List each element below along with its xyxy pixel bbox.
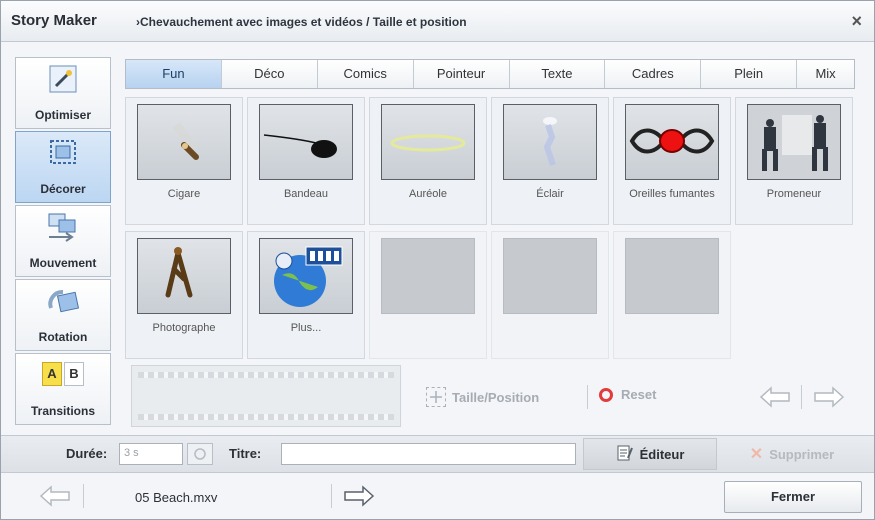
effect-tile-aureole[interactable]: Auréole [369, 97, 487, 225]
empty-tile [491, 231, 609, 359]
next-file-arrow-icon[interactable] [341, 484, 375, 513]
effect-tile-eclair[interactable]: Éclair [491, 97, 609, 225]
delete-label: Supprimer [769, 446, 835, 462]
tab-comics[interactable]: Comics [317, 60, 414, 88]
tile-label: Plus... [290, 322, 322, 334]
photographer-icon [137, 238, 231, 314]
sidebar-item-label: Rotation [38, 330, 88, 344]
tile-label: Oreilles fumantes [629, 188, 715, 200]
tile-label: Cigare [167, 188, 201, 200]
effect-grid: Cigare Bandeau Auréole Éclair Oreilles f… [125, 97, 857, 361]
empty-tile [613, 231, 731, 359]
tile-label: Auréole [409, 188, 447, 200]
tab-plein[interactable]: Plein [701, 60, 798, 88]
rotate-icon [45, 286, 81, 321]
previous-arrow-icon[interactable] [759, 385, 791, 414]
magic-wand-icon [48, 64, 78, 97]
lightning-icon [503, 104, 597, 180]
separator [801, 385, 802, 409]
title-bar: Story Maker ›Chevauchement avec images e… [1, 1, 874, 42]
tab-mix[interactable]: Mix [797, 60, 855, 88]
size-position-icon [426, 387, 446, 407]
sidebar-item-optimiser[interactable]: Optimiser [15, 57, 111, 129]
sidebar-item-label: Décorer [40, 182, 86, 196]
category-tabs: Fun Déco Comics Pointeur Texte Cadres Pl… [125, 59, 855, 89]
frame-icon [48, 138, 78, 171]
empty-thumbnail [503, 238, 597, 314]
tile-label: Photographe [152, 322, 216, 334]
app-title: Story Maker [11, 12, 97, 29]
close-icon[interactable]: × [851, 11, 862, 32]
separator [331, 484, 332, 508]
sidebar-item-decorer[interactable]: Décorer [15, 131, 111, 203]
effect-tile-cigare[interactable]: Cigare [125, 97, 243, 225]
tab-cadres[interactable]: Cadres [605, 60, 702, 88]
halo-icon [381, 104, 475, 180]
cigar-icon [137, 104, 231, 180]
title-label: Titre: [229, 446, 262, 461]
editor-label: Éditeur [639, 446, 685, 462]
sidebar-item-label: Transitions [30, 404, 95, 418]
editor-icon [616, 444, 634, 465]
transition-b-label: B [64, 362, 84, 386]
effect-tile-plus[interactable]: Plus... [247, 231, 365, 359]
empty-tile [369, 231, 487, 359]
tile-label: Éclair [536, 188, 564, 200]
smoking-ears-icon [625, 104, 719, 180]
editor-button[interactable]: Éditeur [583, 438, 717, 470]
move-icon [45, 212, 81, 247]
empty-thumbnail [381, 238, 475, 314]
effect-tile-bandeau[interactable]: Bandeau [247, 97, 365, 225]
separator [83, 484, 84, 508]
effect-tile-promeneur[interactable]: Promeneur [735, 97, 853, 225]
reset-button[interactable]: Reset [599, 387, 656, 402]
sidebar-item-label: Optimiser [34, 108, 91, 122]
next-arrow-icon[interactable] [813, 385, 845, 414]
separator [587, 385, 588, 409]
reset-icon [599, 387, 613, 402]
duration-input[interactable]: 3 s [119, 443, 183, 465]
duration-label: Durée: [66, 446, 108, 461]
effect-tile-oreilles-fumantes[interactable]: Oreilles fumantes [613, 97, 731, 225]
tab-pointeur[interactable]: Pointeur [413, 60, 510, 88]
previous-file-arrow-icon[interactable] [39, 484, 73, 513]
story-maker-window: Story Maker ›Chevauchement avec images e… [0, 0, 875, 520]
sidebar-item-rotation[interactable]: Rotation [15, 279, 111, 351]
reset-label: Reset [621, 387, 657, 402]
ab-transition-icon: A B [42, 362, 84, 386]
tab-texte[interactable]: Texte [509, 60, 606, 88]
eyepatch-icon [259, 104, 353, 180]
empty-thumbnail [625, 238, 719, 314]
footer: 05 Beach.mxv Fermer [1, 473, 874, 519]
tab-fun[interactable]: Fun [126, 60, 222, 88]
globe-more-icon [259, 238, 353, 314]
duration-reset-icon[interactable] [187, 443, 213, 465]
transition-a-label: A [42, 362, 62, 386]
size-position-label: Taille/Position [452, 389, 540, 405]
title-input[interactable] [281, 443, 576, 465]
sidebar: Optimiser Décorer Mouvement Rotation A B [15, 57, 113, 427]
filmstrip-preview [131, 365, 401, 427]
size-position-button[interactable]: Taille/Position [426, 387, 539, 407]
delete-button[interactable]: ✕ Supprimer [723, 438, 861, 470]
breadcrumb: ›Chevauchement avec images et vidéos / T… [136, 15, 467, 29]
effect-tile-photographe[interactable]: Photographe [125, 231, 243, 359]
sidebar-item-transitions[interactable]: A B Transitions [15, 353, 111, 425]
file-name: 05 Beach.mxv [135, 490, 218, 505]
sidebar-item-mouvement[interactable]: Mouvement [15, 205, 111, 277]
tab-deco[interactable]: Déco [221, 60, 318, 88]
info-bar: Durée: 3 s Titre: Éditeur ✕ Supprimer [1, 435, 874, 473]
tile-label: Promeneur [766, 188, 822, 200]
walkers-icon [747, 104, 841, 180]
close-button[interactable]: Fermer [724, 481, 862, 513]
delete-icon: ✕ [749, 446, 764, 463]
tile-label: Bandeau [283, 188, 329, 200]
sidebar-item-label: Mouvement [29, 256, 97, 270]
